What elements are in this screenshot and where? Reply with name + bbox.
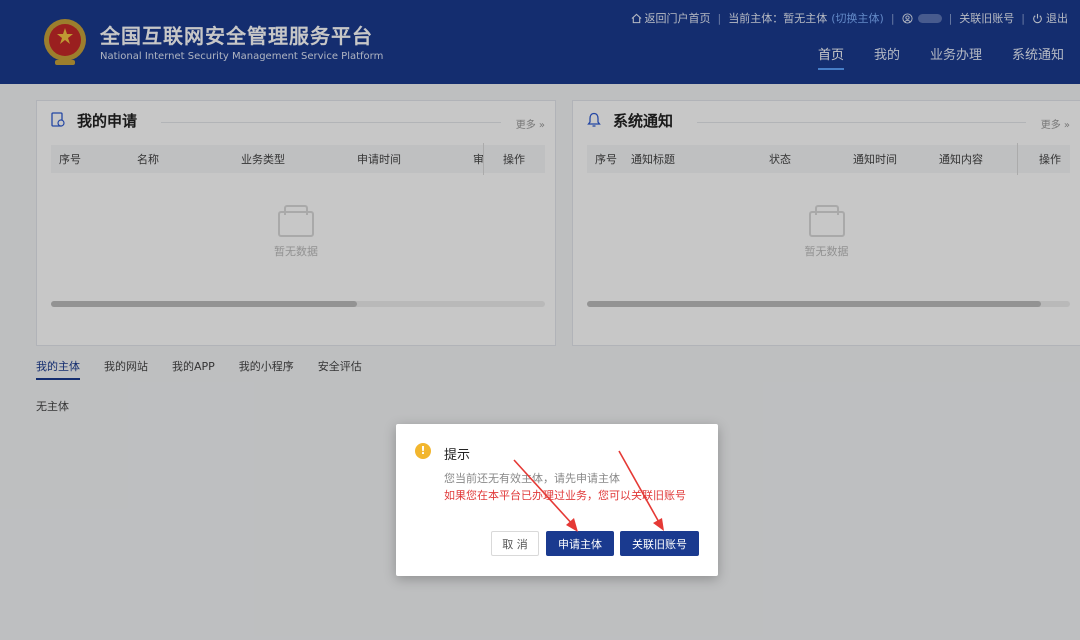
cancel-button[interactable]: 取 消 [491,531,539,556]
prompt-dialog: ! 提示 您当前还无有效主体，请先申请主体 如果您在本平台已办理过业务，您可以关… [396,424,718,576]
warning-icon: ! [415,443,431,459]
link-old-account-button[interactable]: 关联旧账号 [620,531,699,556]
apply-entity-button[interactable]: 申请主体 [546,531,614,556]
dialog-title: 提示 [444,448,471,463]
dialog-warning-message: 如果您在本平台已办理过业务，您可以关联旧账号 [444,489,686,502]
dialog-message: 您当前还无有效主体，请先申请主体 [444,472,620,485]
